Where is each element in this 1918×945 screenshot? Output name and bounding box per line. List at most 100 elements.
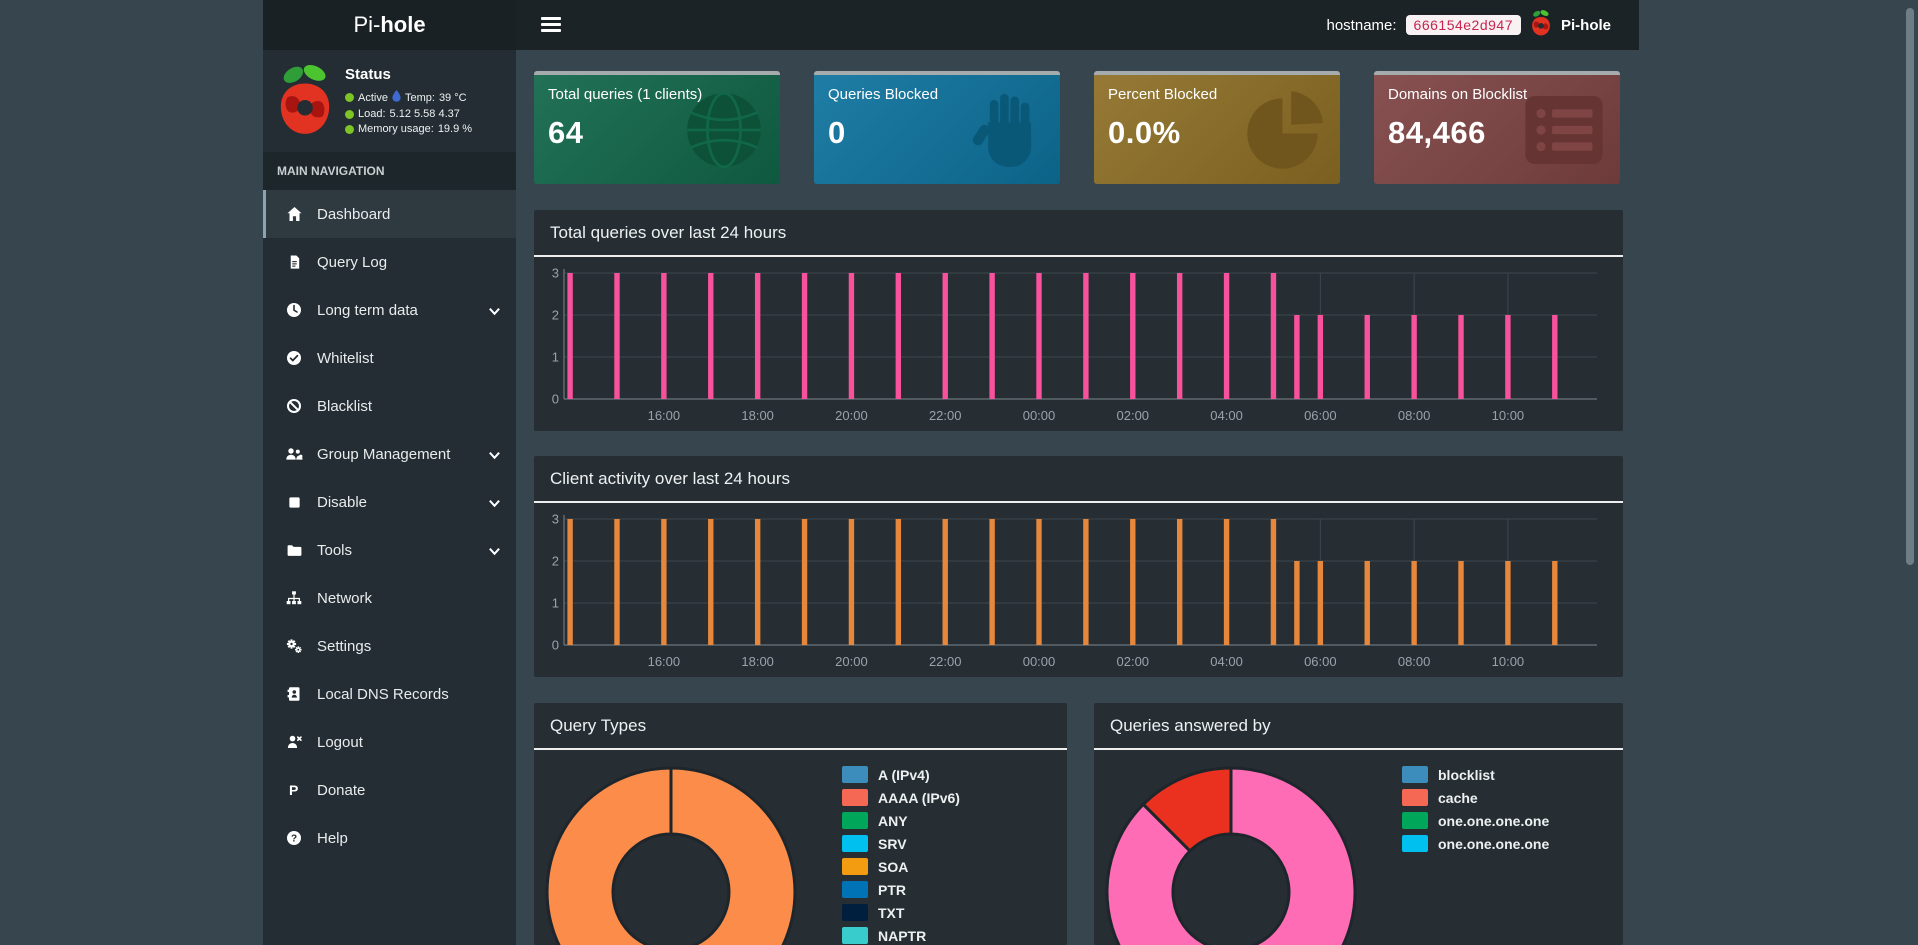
svg-text:06:00: 06:00 [1304,654,1337,669]
legend-swatch [1402,789,1428,806]
menu-toggle-button[interactable] [541,17,561,33]
query-types-legend: A (IPv4) AAAA (IPv6) ANY SRV SOA PTR TXT NAPTR [842,763,960,945]
legend-swatch [842,835,868,852]
status-dot-icon [345,124,354,134]
svg-text:22:00: 22:00 [929,408,962,423]
file-text-icon [284,254,304,270]
temp-label: Temp: [404,91,435,104]
svg-text:0: 0 [552,638,559,653]
status-title: Status [345,66,391,83]
legend-label: AAAA (IPv6) [878,789,960,806]
legend-item-a-ipv4[interactable]: A (IPv4) [842,763,960,786]
sidebar-item-label: Tools [317,541,353,559]
sidebar-item-whitelist[interactable]: Whitelist [263,334,516,382]
svg-text:3: 3 [552,512,559,527]
sidebar-item-label: Blacklist [317,397,373,415]
svg-text:16:00: 16:00 [648,654,681,669]
sidebar-item-settings[interactable]: Settings [263,622,516,670]
svg-text:08:00: 08:00 [1398,408,1431,423]
hamburger-icon [541,17,561,20]
legend-swatch [1402,812,1428,829]
svg-text:20:00: 20:00 [835,408,868,423]
query-types-panel: Query Types A (IPv4) AAAA (IPv6) ANY SRV SOA… [534,703,1067,945]
hostname-group: hostname: 666154e2d947 Pi-hole [1326,0,1611,50]
sidebar-item-label: Whitelist [317,349,374,367]
svg-text:3: 3 [552,266,559,281]
total-queries-panel: Total queries over last 24 hours 0 1 2 3 16:… [534,210,1623,431]
svg-text:04:00: 04:00 [1210,654,1243,669]
hostname-label: hostname: [1326,16,1397,34]
legend-item-naptr[interactable]: NAPTR [842,924,960,945]
legend-item-blocklist[interactable]: blocklist [1402,763,1549,786]
svg-text:22:00: 22:00 [929,654,962,669]
svg-text:2: 2 [552,554,559,569]
chevron-down-icon [488,304,501,321]
stat-card-percent-blocked[interactable]: Percent Blocked 0.0% [1094,71,1340,184]
nav-section-label: MAIN NAVIGATION [263,152,516,190]
sidebar-item-local-dns-records[interactable]: Local DNS Records [263,670,516,718]
legend-item-soa[interactable]: SOA [842,855,960,878]
svg-text:02:00: 02:00 [1117,654,1150,669]
sidebar: Status Active Temp: 39 °C Load: 5.12 5.5… [263,50,516,945]
legend-label: A (IPv4) [878,766,930,783]
legend-item-one-one-one-one[interactable]: one.one.one.one [1402,832,1549,855]
svg-text:2: 2 [552,308,559,323]
sidebar-item-long-term-data[interactable]: Long term data [263,286,516,334]
sidebar-item-group-management[interactable]: Group Management [263,430,516,478]
stat-card-domains-on-blocklist[interactable]: Domains on Blocklist 84,466 [1374,71,1620,184]
legend-label: TXT [878,904,905,921]
stat-card-value: 0 [828,115,846,150]
user-x-icon [284,734,304,750]
gears-icon [284,638,304,654]
sidebar-item-disable[interactable]: Disable [263,478,516,526]
load-label: Load: [358,108,386,120]
legend-label: ANY [878,812,908,829]
memory-label: Memory usage: [358,123,434,135]
svg-text:20:00: 20:00 [835,654,868,669]
chevron-down-icon [488,448,501,465]
sidebar-item-label: Local DNS Records [317,685,449,703]
legend-label: NAPTR [878,927,927,944]
legend-item-txt[interactable]: TXT [842,901,960,924]
svg-text:04:00: 04:00 [1210,408,1243,423]
queries-answered-legend: blocklist cache one.one.one.one one.one.one… [1402,763,1549,855]
legend-item-cache[interactable]: cache [1402,786,1549,809]
svg-text:10:00: 10:00 [1492,408,1525,423]
sidebar-item-dashboard[interactable]: Dashboard [263,190,516,238]
legend-item-ptr[interactable]: PTR [842,878,960,901]
sidebar-item-label: Query Log [317,253,388,271]
legend-swatch [842,927,868,944]
client-activity-chart[interactable]: 0 1 2 3 16:00 18:00 20:00 22:00 00:00 02:00 04:00 0… [550,506,1607,674]
sidebar-item-label: Help [317,829,348,847]
sidebar-item-tools[interactable]: Tools [263,526,516,574]
sidebar-item-help[interactable]: ? Help [263,814,516,862]
vertical-scrollbar[interactable] [1906,8,1914,565]
sidebar-item-logout[interactable]: Logout [263,718,516,766]
stat-card-queries-blocked[interactable]: Queries Blocked 0 [814,71,1060,184]
legend-swatch [842,858,868,875]
sidebar-item-query-log[interactable]: Query Log [263,238,516,286]
svg-text:08:00: 08:00 [1398,654,1431,669]
query-types-donut-chart[interactable] [534,749,1067,945]
main-navigation: Dashboard Query Log Long term data Whitelis… [263,190,516,862]
legend-swatch [842,881,868,898]
legend-item-one-one-one-one[interactable]: one.one.one.one [1402,809,1549,832]
status-row-load: Load: 5.12 5.58 4.37 [345,108,472,120]
users-gear-icon [284,446,304,462]
status-row-active: Active Temp: 39 °C [345,90,472,105]
sidebar-item-donate[interactable]: P Donate [263,766,516,814]
memory-value: 19.9 % [437,123,473,135]
legend-item-any[interactable]: ANY [842,809,960,832]
legend-label: blocklist [1438,766,1495,783]
sidebar-item-network[interactable]: Network [263,574,516,622]
legend-item-aaaa-ipv6[interactable]: AAAA (IPv6) [842,786,960,809]
sidebar-item-blacklist[interactable]: Blacklist [263,382,516,430]
stat-card-total-queries-1-clients[interactable]: Total queries (1 clients) 64 [534,71,780,184]
top-navbar: Pi-hole hostname: 666154e2d947 Pi-hole [263,0,1639,50]
hostname-badge: 666154e2d947 [1405,15,1521,35]
brand-logo[interactable]: Pi-hole [263,0,516,50]
legend-item-srv[interactable]: SRV [842,832,960,855]
brand-prefix: Pi- [353,12,381,37]
sidebar-item-label: Network [317,589,373,607]
total-queries-chart[interactable]: 0 1 2 3 16:00 18:00 20:00 22:00 00:00 02:00 04:00 0… [550,260,1607,428]
